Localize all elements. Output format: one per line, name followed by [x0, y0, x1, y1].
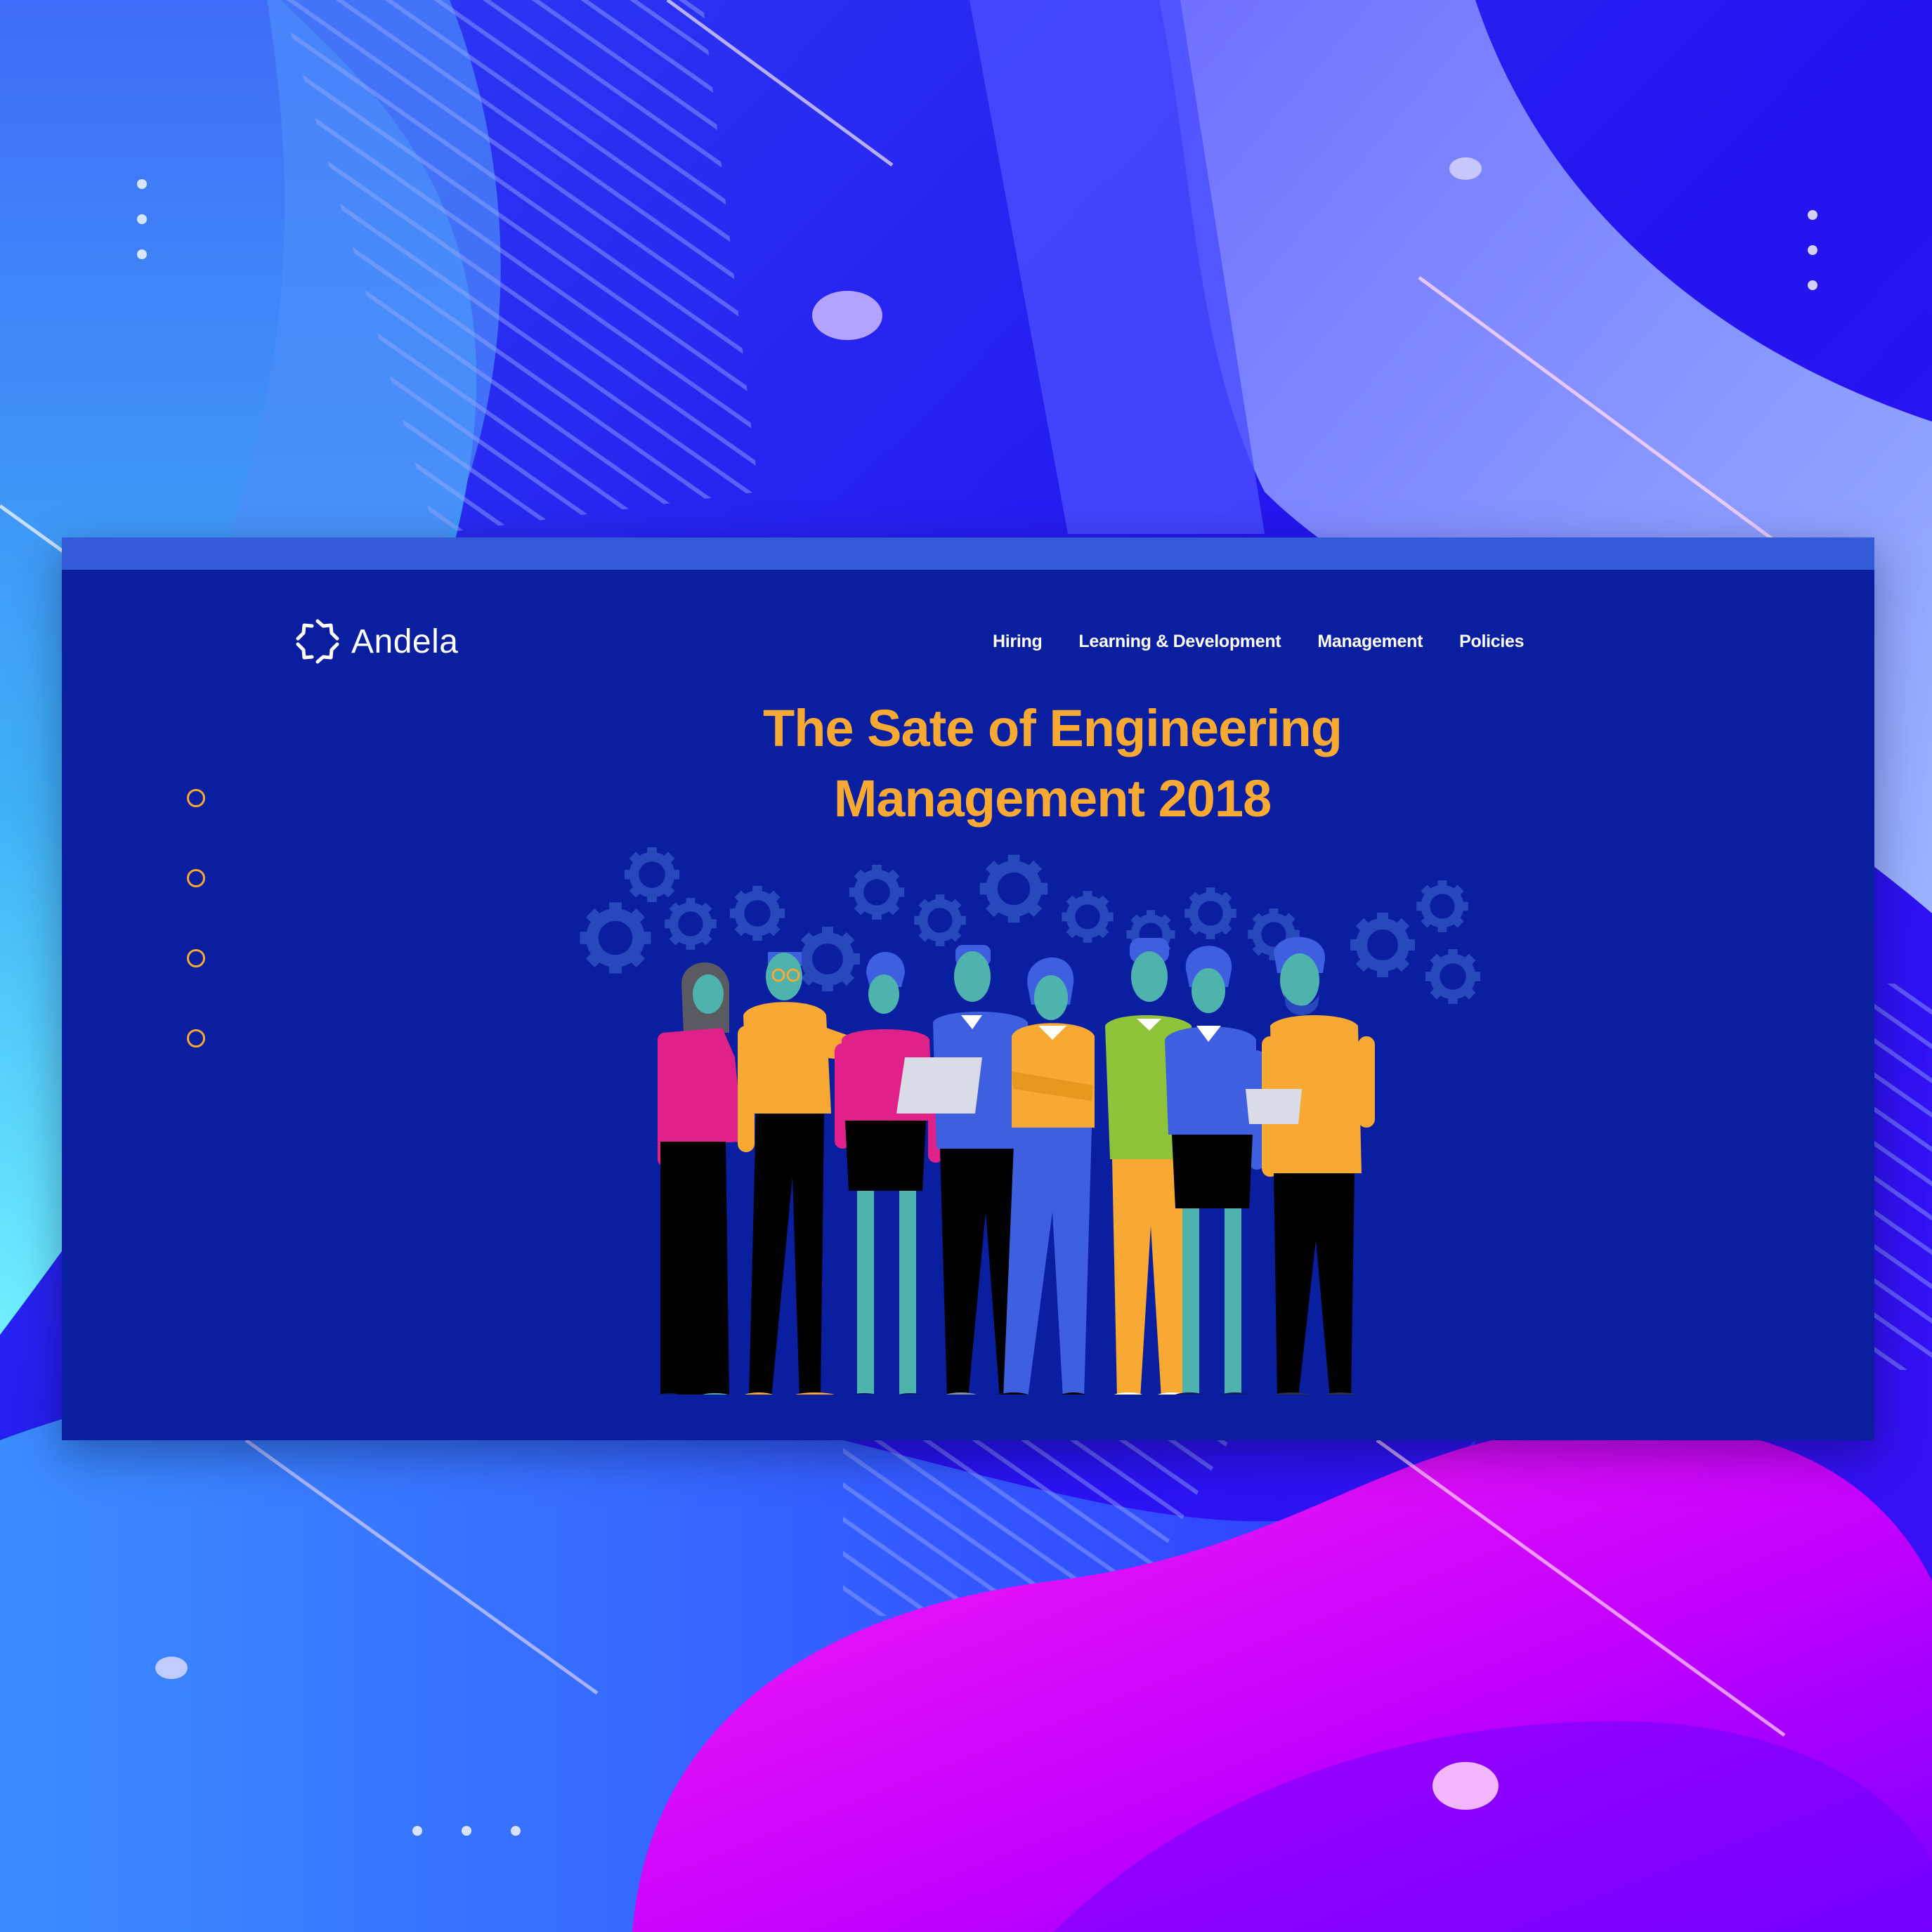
nav-item-policies[interactable]: Policies — [1459, 623, 1524, 660]
nav-item-learning-development[interactable]: Learning & Development — [1078, 623, 1281, 660]
person-8 — [1246, 936, 1375, 1395]
slider-dot-2[interactable] — [187, 869, 205, 887]
person-3 — [835, 952, 944, 1395]
browser-title-bar — [62, 537, 1874, 570]
hero-title-line-2: Management 2018 — [833, 769, 1272, 828]
slider-pagination — [187, 789, 205, 1109]
slider-dot-4[interactable] — [187, 1029, 205, 1047]
main-navigation: Hiring Learning & Development Management… — [993, 623, 1525, 660]
slider-dot-1[interactable] — [187, 789, 205, 807]
browser-window: Andela Hiring Learning & Development Man… — [62, 537, 1874, 1440]
slider-dot-3[interactable] — [187, 949, 205, 967]
person-1 — [658, 962, 743, 1395]
brand-name: Andela — [351, 622, 459, 660]
hero-title-line-1: The Sate of Engineering — [763, 699, 1343, 757]
team-of-engineers-illustration — [511, 847, 1509, 1395]
andela-logo-icon — [296, 619, 339, 664]
brand-logo[interactable]: Andela — [294, 616, 458, 667]
hero-title: The Sate of Engineering Management 2018 — [554, 693, 1551, 834]
nav-item-management[interactable]: Management — [1317, 623, 1423, 660]
nav-item-hiring[interactable]: Hiring — [993, 623, 1043, 660]
